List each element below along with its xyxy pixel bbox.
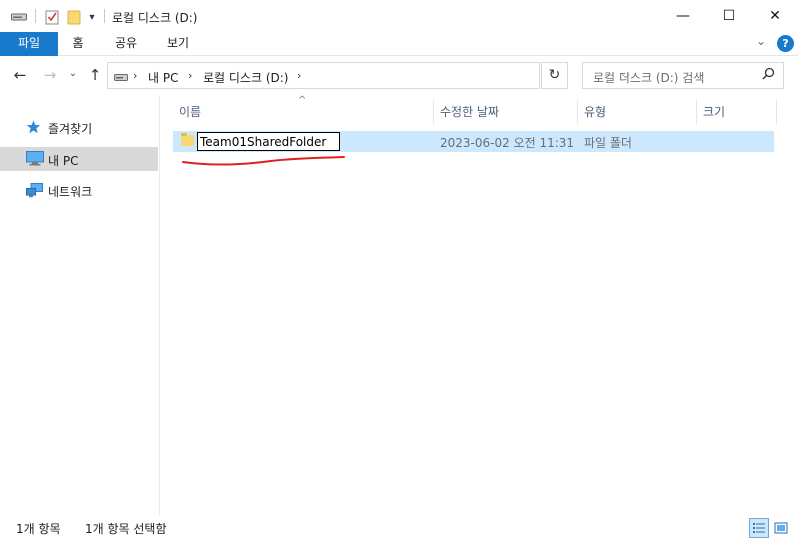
- address-bar[interactable]: › 내 PC › 로컬 디스크 (D:) › ⌵: [107, 62, 630, 89]
- up-button[interactable]: ↑: [86, 66, 104, 84]
- sidebar-item-favorites[interactable]: 즐겨찾기: [0, 115, 158, 139]
- sidebar-item-label: 네트워크: [48, 185, 93, 199]
- sidebar-item-label: 즐겨찾기: [48, 122, 93, 136]
- title-bar: ▾ 로컬 디스크 (D:) — ☐ ✕: [0, 0, 798, 32]
- column-divider[interactable]: [577, 100, 578, 124]
- expand-ribbon-icon[interactable]: ⌄: [756, 34, 766, 48]
- ribbon-tabs: 파일 홈 공유 보기 ⌄ ?: [0, 32, 798, 56]
- search-box[interactable]: 로컬 디스크 (D:) 검색: [582, 62, 784, 89]
- breadcrumb-separator-icon[interactable]: ›: [133, 69, 137, 82]
- column-divider[interactable]: [696, 100, 697, 124]
- properties-icon[interactable]: [43, 8, 61, 26]
- refresh-button[interactable]: ↻: [541, 62, 568, 89]
- drive-icon[interactable]: [10, 8, 28, 26]
- folder-icon: [181, 133, 194, 146]
- sort-ascending-icon: ^: [298, 95, 307, 106]
- title-divider: [104, 9, 105, 23]
- selected-count: 1개 항목 선택함: [85, 522, 167, 536]
- details-view-icon[interactable]: [749, 518, 769, 538]
- breadcrumb-my-pc[interactable]: 내 PC: [148, 69, 178, 86]
- column-divider[interactable]: [433, 100, 434, 124]
- window-title: 로컬 디스크 (D:): [112, 11, 198, 25]
- column-header-type[interactable]: 유형: [584, 103, 606, 125]
- rename-input[interactable]: [197, 132, 340, 151]
- sidebar-item-my-pc[interactable]: 내 PC: [0, 147, 158, 171]
- pc-icon: [26, 151, 44, 166]
- minimize-button[interactable]: —: [660, 0, 706, 32]
- close-button[interactable]: ✕: [752, 0, 798, 32]
- breadcrumb-local-disk[interactable]: 로컬 디스크 (D:): [203, 69, 288, 86]
- large-icons-view-icon[interactable]: [771, 518, 791, 538]
- column-header-name[interactable]: 이름: [179, 103, 201, 125]
- title-divider: [35, 9, 36, 23]
- drive-icon: [114, 71, 128, 85]
- red-underline-annotation: [182, 156, 345, 166]
- type-cell: 파일 폴더: [584, 136, 632, 150]
- column-header-size[interactable]: 크기: [703, 103, 725, 125]
- breadcrumb-separator-icon[interactable]: ›: [188, 69, 192, 82]
- status-bar: 1개 항목 1개 항목 선택함: [0, 515, 798, 540]
- tab-view[interactable]: 보기: [158, 32, 198, 56]
- customize-toolbar-icon[interactable]: ▾: [86, 8, 98, 26]
- help-icon[interactable]: ?: [777, 35, 794, 52]
- modified-date-cell: 2023-06-02 오전 11:31: [440, 136, 575, 150]
- search-input[interactable]: 로컬 디스크 (D:) 검색: [593, 69, 704, 86]
- item-count: 1개 항목: [16, 522, 61, 536]
- tab-share[interactable]: 공유: [106, 32, 146, 56]
- column-header-modified[interactable]: 수정한 날짜: [440, 103, 499, 125]
- navigation-bar: ← → ⌄ ↑ › 내 PC › 로컬 디스크 (D:) › ⌵ ↻ 로컬 디스…: [0, 57, 798, 95]
- maximize-button[interactable]: ☐: [706, 0, 752, 32]
- navigation-pane: 즐겨찾기 내 PC 네트워크: [0, 95, 160, 515]
- sidebar-item-label: 내 PC: [48, 154, 79, 168]
- back-button[interactable]: ←: [11, 66, 29, 84]
- tab-home[interactable]: 홈: [62, 32, 94, 56]
- forward-button[interactable]: →: [41, 66, 59, 84]
- tab-file[interactable]: 파일: [0, 32, 58, 56]
- table-row[interactable]: 2023-06-02 오전 11:31 파일 폴더: [173, 131, 774, 152]
- star-icon: [26, 120, 42, 134]
- sidebar-item-network[interactable]: 네트워크: [0, 178, 158, 202]
- network-icon: [26, 183, 43, 198]
- breadcrumb-separator-icon[interactable]: ›: [297, 69, 301, 82]
- file-list: ^ 이름 수정한 날짜 유형 크기 2023-06-02 오전 11:31 파일…: [161, 95, 798, 515]
- search-icon[interactable]: [762, 67, 775, 84]
- column-divider[interactable]: [776, 100, 777, 124]
- new-folder-icon[interactable]: [65, 8, 83, 26]
- recent-locations-button[interactable]: ⌄: [64, 68, 82, 79]
